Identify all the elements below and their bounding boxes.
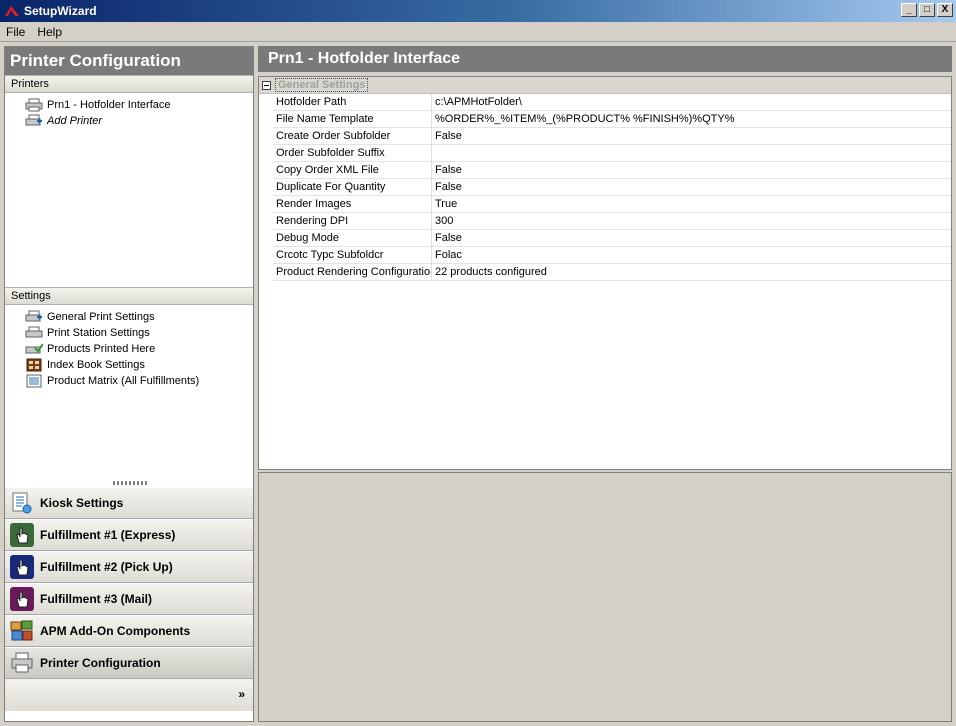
property-row[interactable]: Crcotc Typc Subfoldcr Folac <box>273 247 951 264</box>
photos-icon <box>10 620 33 641</box>
add-printer-item[interactable]: Add Printer <box>25 113 253 129</box>
property-value[interactable]: False <box>432 162 951 178</box>
property-row[interactable]: Create Order Subfolder False <box>273 128 951 145</box>
property-row[interactable]: Debug Mode False <box>273 230 951 247</box>
add-printer-label: Add Printer <box>47 115 103 127</box>
print-station-icon <box>25 326 43 338</box>
property-row[interactable]: Rendering DPI 300 <box>273 213 951 230</box>
window-controls: _ □ X <box>899 3 953 17</box>
product-matrix-icon <box>26 374 42 388</box>
chevron-more-icon[interactable]: » <box>238 687 245 701</box>
property-row[interactable]: Duplicate For Quantity False <box>273 179 951 196</box>
title-bar: SetupWizard _ □ X <box>0 0 956 22</box>
maximize-button[interactable]: □ <box>919 3 935 17</box>
settings-tree: General Print Settings Print Station Set… <box>5 305 253 487</box>
nav-kiosk-settings[interactable]: Kiosk Settings <box>5 487 253 519</box>
property-row[interactable]: Product Rendering Configuration 22 produc… <box>273 264 951 281</box>
settings-item-label: General Print Settings <box>47 311 155 323</box>
property-value[interactable]: True <box>432 196 951 212</box>
property-name: Product Rendering Configuration <box>273 264 432 280</box>
nav-fulfillment-2[interactable]: Fulfillment #2 (Pick Up) <box>5 551 253 583</box>
property-name: Order Subfolder Suffix <box>273 145 432 161</box>
printers-heading: Printers <box>5 75 253 93</box>
splitter-grip[interactable] <box>113 481 147 485</box>
nav-fulfillment-1[interactable]: Fulfillment #1 (Express) <box>5 519 253 551</box>
nav-label: Fulfillment #2 (Pick Up) <box>40 560 173 574</box>
property-name: Duplicate For Quantity <box>273 179 432 195</box>
property-row[interactable]: File Name Template %ORDER%_%ITEM%_(%PRODU… <box>273 111 951 128</box>
settings-heading: Settings <box>5 287 253 305</box>
menu-bar: File Help <box>0 22 956 42</box>
settings-item-general-print[interactable]: General Print Settings <box>25 309 253 325</box>
property-value[interactable]: c:\APMHotFolder\ <box>432 94 951 110</box>
printer-settings-icon <box>25 310 42 322</box>
left-pane-title: Printer Configuration <box>5 47 253 75</box>
menu-help[interactable]: Help <box>37 25 62 39</box>
property-value[interactable]: 300 <box>432 213 951 229</box>
settings-item-products-printed[interactable]: Products Printed Here <box>25 341 253 357</box>
settings-item-label: Products Printed Here <box>47 343 156 355</box>
property-name: File Name Template <box>273 111 432 127</box>
property-name: Hotfolder Path <box>273 94 432 110</box>
hand-pointer-icon <box>10 523 34 547</box>
nav-label: Printer Configuration <box>40 656 161 670</box>
printer-icon <box>11 652 33 673</box>
printer-icon <box>25 98 43 112</box>
collapse-icon[interactable] <box>262 80 271 90</box>
property-name: Rendering DPI <box>273 213 432 229</box>
property-name: Render Images <box>273 196 432 212</box>
hand-pointer-icon <box>10 555 34 579</box>
index-book-icon <box>26 358 42 372</box>
nav-label: Kiosk Settings <box>40 496 124 510</box>
property-value[interactable]: False <box>432 179 951 195</box>
app-logo-icon <box>5 6 19 16</box>
property-value[interactable]: 22 products configured <box>432 264 951 280</box>
description-panel <box>258 472 952 722</box>
property-value[interactable]: %ORDER%_%ITEM%_(%PRODUCT% %FINISH%)%QTY% <box>432 111 951 127</box>
settings-item-label: Product Matrix (All Fulfillments) <box>47 375 200 387</box>
settings-item-index-book[interactable]: Index Book Settings <box>25 357 253 373</box>
property-name: Create Order Subfolder <box>273 128 432 144</box>
nav-footer: » <box>5 679 253 711</box>
property-row[interactable]: Order Subfolder Suffix <box>273 145 951 162</box>
close-button[interactable]: X <box>937 3 953 17</box>
nav-label: APM Add-On Components <box>40 624 191 638</box>
property-value[interactable] <box>432 145 951 161</box>
nav-apm-add-on[interactable]: APM Add-On Components <box>5 615 253 647</box>
add-printer-icon <box>25 114 42 126</box>
property-name: Copy Order XML File <box>273 162 432 178</box>
property-grid: General Settings Hotfolder Path c:\APMHot… <box>258 76 952 470</box>
printer-item-label: Prn1 - Hotfolder Interface <box>47 99 171 111</box>
category-label: General Settings <box>275 78 369 92</box>
printers-tree: Prn1 - Hotfolder Interface Add Printer <box>5 93 253 287</box>
minimize-button[interactable]: _ <box>901 3 917 17</box>
hand-pointer-icon <box>10 587 34 611</box>
property-name: Debug Mode <box>273 230 432 246</box>
nav-label: Fulfillment #3 (Mail) <box>40 592 153 606</box>
kiosk-settings-icon <box>12 492 32 514</box>
property-value[interactable]: False <box>432 230 951 246</box>
nav-label: Fulfillment #1 (Express) <box>40 528 176 542</box>
settings-item-product-matrix[interactable]: Product Matrix (All Fulfillments) <box>25 373 253 389</box>
settings-item-label: Index Book Settings <box>47 359 145 371</box>
menu-file[interactable]: File <box>6 25 25 39</box>
property-row[interactable]: Render Images True <box>273 196 951 213</box>
window-title: SetupWizard <box>24 4 97 18</box>
left-pane: Printer Configuration Printers Prn1 - Ho… <box>4 46 254 722</box>
settings-item-label: Print Station Settings <box>47 327 150 339</box>
property-name: Crcotc Typc Subfoldcr <box>273 247 432 263</box>
page-title: Prn1 - Hotfolder Interface <box>258 46 952 72</box>
settings-item-print-station[interactable]: Print Station Settings <box>25 325 253 341</box>
property-row[interactable]: Hotfolder Path c:\APMHotFolder\ <box>273 94 951 111</box>
products-printed-icon <box>25 343 43 354</box>
property-value[interactable]: False <box>432 128 951 144</box>
nav-fulfillment-3[interactable]: Fulfillment #3 (Mail) <box>5 583 253 615</box>
printer-item-prn1[interactable]: Prn1 - Hotfolder Interface <box>25 97 253 113</box>
nav-printer-configuration[interactable]: Printer Configuration <box>5 647 253 679</box>
property-row[interactable]: Copy Order XML File False <box>273 162 951 179</box>
category-general-settings[interactable]: General Settings <box>259 77 951 94</box>
property-value[interactable]: Folac <box>432 247 951 263</box>
